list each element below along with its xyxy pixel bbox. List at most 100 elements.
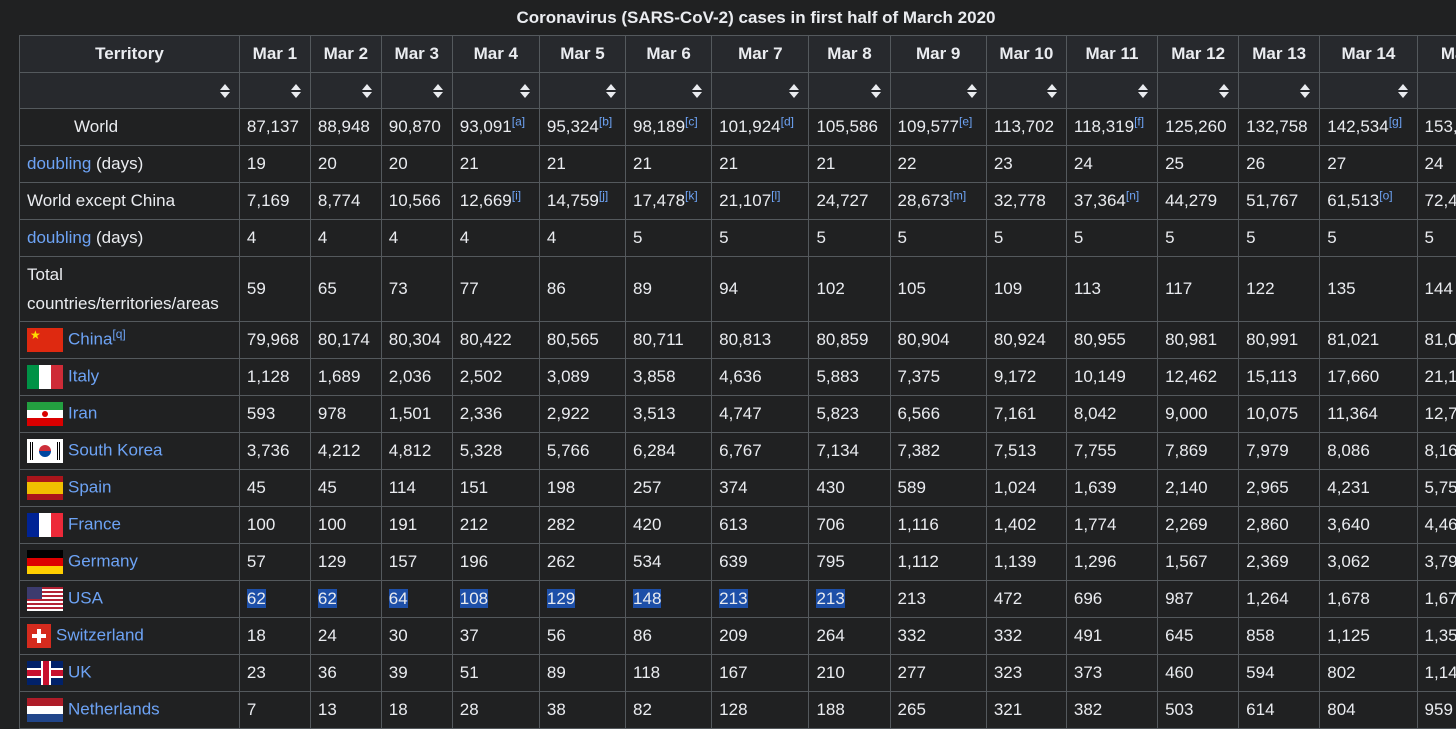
footnote-link[interactable]: [f]: [1134, 114, 1144, 128]
cell-value: 593: [247, 404, 275, 423]
footnote-link[interactable]: [q]: [112, 327, 125, 341]
cell-value: 858: [1246, 626, 1274, 645]
sort-icon[interactable]: [789, 84, 799, 98]
doubling-link[interactable]: doubling: [27, 228, 91, 247]
table-cell: 23: [986, 146, 1066, 183]
sort-icon[interactable]: [692, 84, 702, 98]
table-row: World except China7,1698,77410,56612,669…: [20, 183, 1456, 220]
country-link[interactable]: Switzerland: [56, 625, 144, 644]
country-link[interactable]: Spain: [68, 477, 111, 496]
table-cell: 265: [890, 692, 986, 729]
cell-value: 108: [460, 589, 488, 608]
cell-value: 5: [1074, 228, 1083, 247]
cell-value: 7,382: [898, 441, 941, 460]
sort-icon[interactable]: [1300, 84, 1310, 98]
country-row: China[q]79,96880,17480,30480,42280,56580…: [20, 322, 1456, 359]
country-link[interactable]: China: [68, 329, 112, 348]
cell-value: 1,296: [1074, 552, 1117, 571]
table-cell: 2,140: [1158, 470, 1239, 507]
table-cell: 802: [1320, 655, 1417, 692]
footnote-link[interactable]: [n]: [1126, 188, 1139, 202]
sort-icon[interactable]: [1219, 84, 1229, 98]
country-cell: UK: [20, 655, 240, 692]
cell-value: 5: [898, 228, 907, 247]
table-cell: 3,513: [626, 396, 712, 433]
sort-icon[interactable]: [1398, 84, 1408, 98]
sort-icon[interactable]: [1047, 84, 1057, 98]
table-cell: 7,755: [1066, 433, 1157, 470]
table-cell: 26: [1239, 146, 1320, 183]
cell-value: 196: [460, 552, 488, 571]
sort-icon[interactable]: [1138, 84, 1148, 98]
table-cell: 62: [239, 581, 310, 618]
footnote-link[interactable]: [m]: [950, 188, 967, 202]
country-cell: France: [20, 507, 240, 544]
footnote-link[interactable]: [a]: [512, 114, 525, 128]
sort-cell: [539, 73, 625, 109]
cell-value: 4,212: [318, 441, 361, 460]
cell-value: 1,359: [1425, 626, 1456, 645]
cell-value: 639: [719, 552, 747, 571]
table-cell: 45: [239, 470, 310, 507]
cell-value: 5: [719, 228, 728, 247]
table-cell: 382: [1066, 692, 1157, 729]
table-cell: 80,422: [452, 322, 539, 359]
country-link[interactable]: Italy: [68, 366, 99, 385]
sort-icon[interactable]: [220, 84, 230, 98]
cell-value: 148: [633, 589, 661, 608]
footnote-link[interactable]: [c]: [685, 114, 698, 128]
table-cell: 7,979: [1239, 433, 1320, 470]
cell-value: 959: [1425, 700, 1453, 719]
footnote-link[interactable]: [k]: [685, 188, 698, 202]
cell-value: 262: [547, 552, 575, 571]
sort-cell: [712, 73, 809, 109]
cell-value: 21,107: [719, 191, 771, 210]
country-link[interactable]: South Korea: [68, 440, 163, 459]
footnote-link[interactable]: [o]: [1379, 188, 1392, 202]
country-link[interactable]: Iran: [68, 403, 97, 422]
table-cell: 77: [452, 257, 539, 322]
footnote-link[interactable]: [d]: [781, 114, 794, 128]
sort-icon[interactable]: [606, 84, 616, 98]
table-cell: 20: [381, 146, 452, 183]
country-link[interactable]: Germany: [68, 551, 138, 570]
cell-value: 36: [318, 663, 337, 682]
cell-value: 98,189: [633, 117, 685, 136]
table-cell: 82: [626, 692, 712, 729]
sort-icon[interactable]: [967, 84, 977, 98]
country-link[interactable]: UK: [68, 662, 92, 681]
sort-icon[interactable]: [871, 84, 881, 98]
table-cell: 2,269: [1158, 507, 1239, 544]
sort-icon[interactable]: [433, 84, 443, 98]
footnote-link[interactable]: [l]: [771, 188, 780, 202]
footnote-link[interactable]: [e]: [959, 114, 972, 128]
footnote-link[interactable]: [j]: [599, 188, 608, 202]
cell-value: 11,364: [1327, 404, 1378, 423]
table-cell: 503: [1158, 692, 1239, 729]
cell-value: 3,640: [1327, 515, 1370, 534]
cell-value: 212: [460, 515, 488, 534]
cell-value: 257: [633, 478, 661, 497]
sort-cell: [239, 73, 310, 109]
table-cell: 72,469: [1417, 183, 1456, 220]
cell-value: 7,979: [1246, 441, 1289, 460]
table-cell: 18: [239, 618, 310, 655]
table-cell: 2,369: [1239, 544, 1320, 581]
sort-icon[interactable]: [520, 84, 530, 98]
table-cell: 114: [381, 470, 452, 507]
country-link[interactable]: France: [68, 514, 121, 533]
country-link[interactable]: USA: [68, 588, 103, 607]
sort-icon[interactable]: [362, 84, 372, 98]
footnote-link[interactable]: [g]: [1389, 114, 1402, 128]
footnote-link[interactable]: [b]: [599, 114, 612, 128]
country-link[interactable]: Netherlands: [68, 699, 160, 718]
table-cell: 17,478[k]: [626, 183, 712, 220]
table-cell: 144: [1417, 257, 1456, 322]
sort-icon[interactable]: [291, 84, 301, 98]
doubling-link[interactable]: doubling: [27, 154, 91, 173]
cell-value: 6,566: [898, 404, 941, 423]
footnote-link[interactable]: [i]: [512, 188, 521, 202]
table-cell: 129: [539, 581, 625, 618]
country-row: Italy1,1281,6892,0362,5023,0893,8584,636…: [20, 359, 1456, 396]
cell-value: 19: [247, 154, 266, 173]
